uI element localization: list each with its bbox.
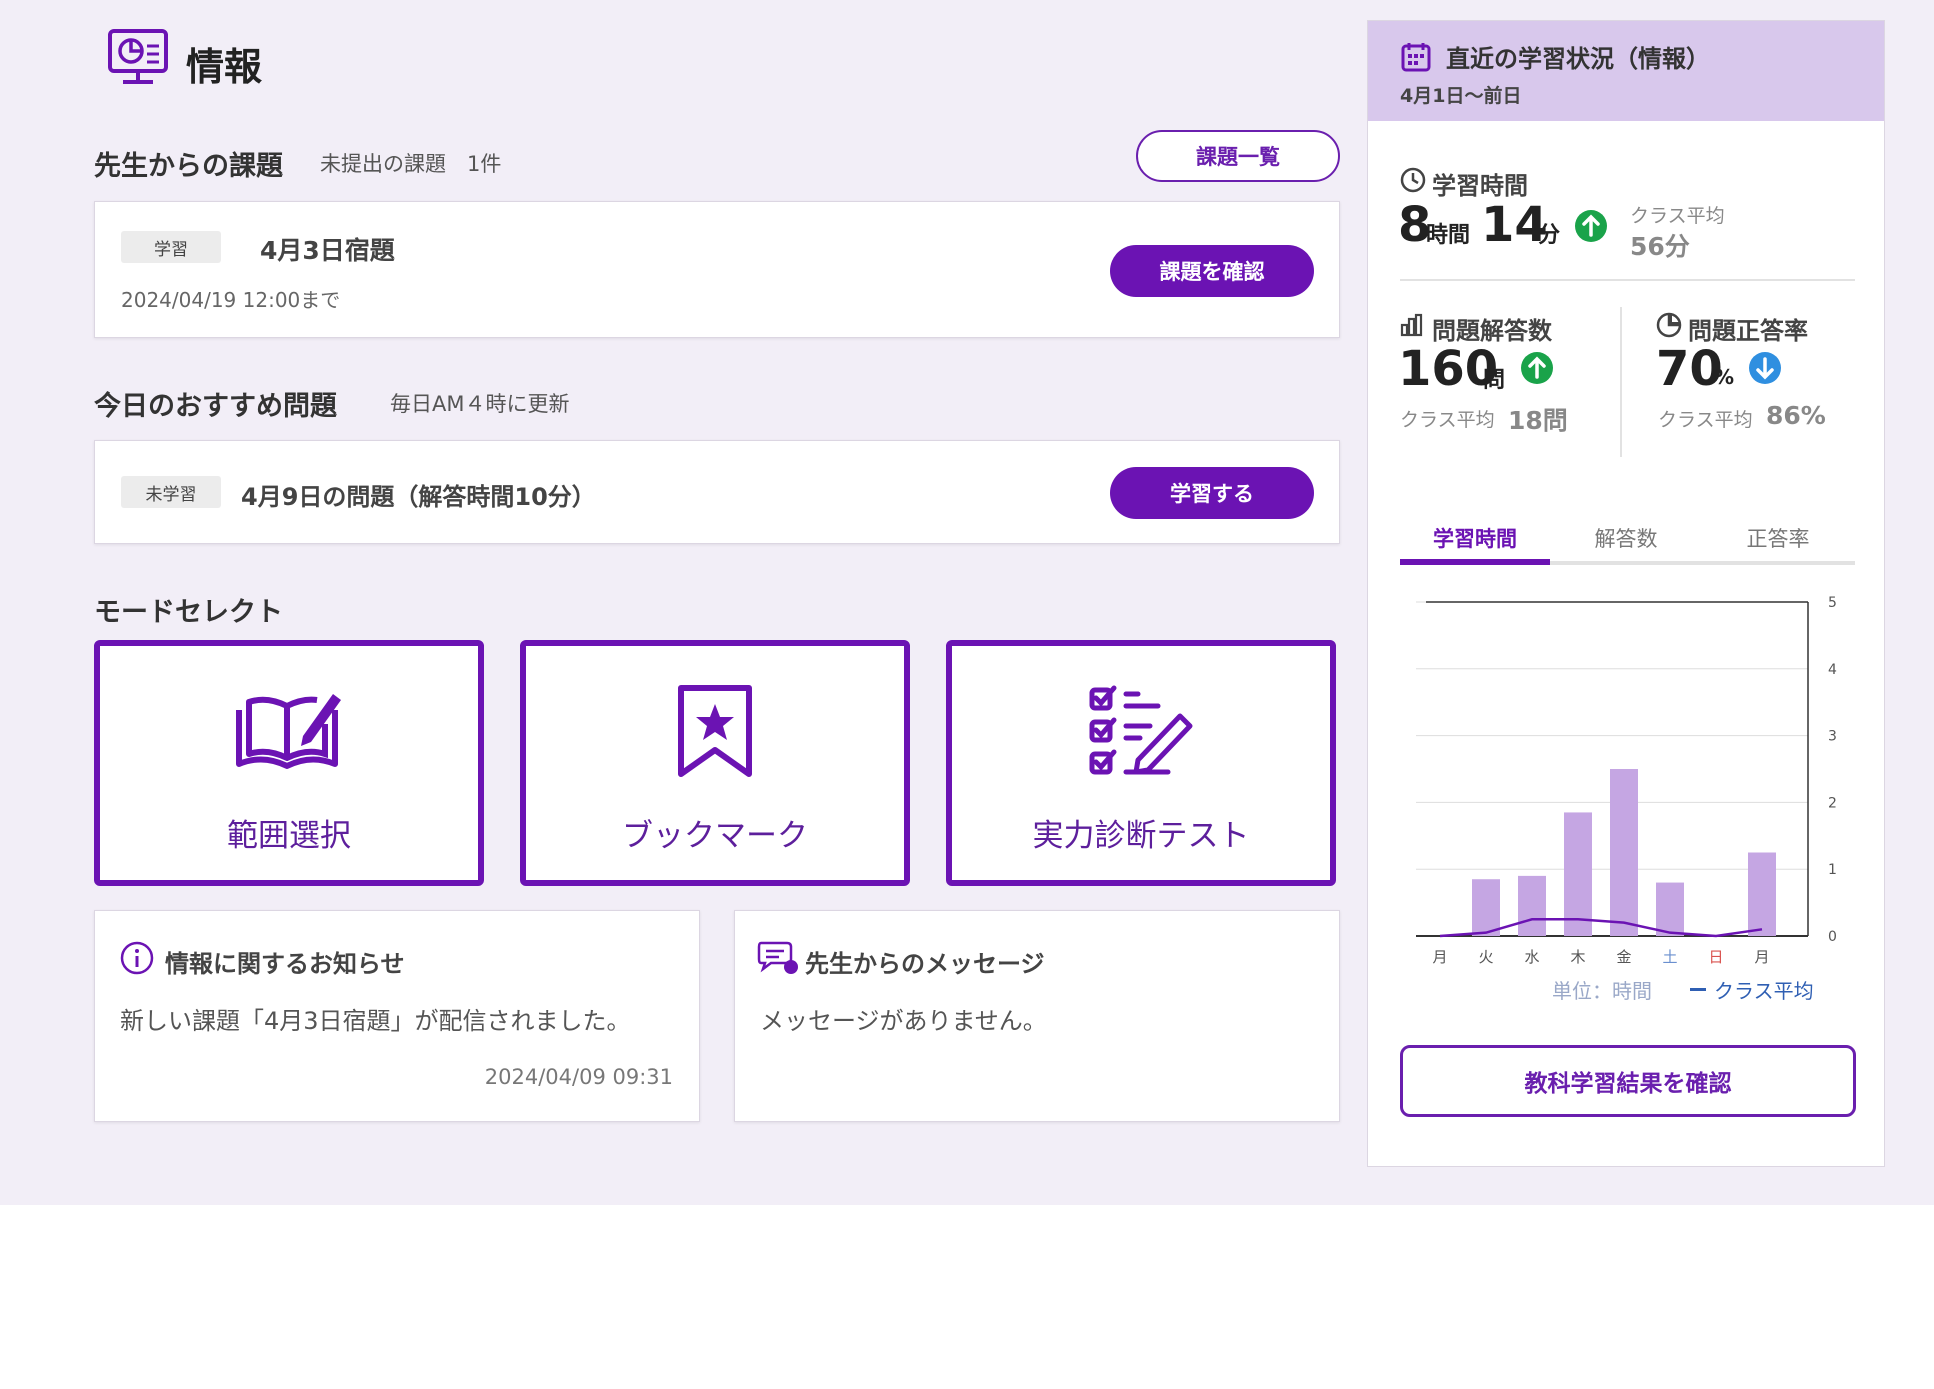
y-tick-label: 3 (1828, 729, 1837, 745)
divider (1620, 307, 1622, 457)
recommend-card[interactable]: 未学習 4月9日の問題（解答時間10分） 学習する (94, 440, 1340, 544)
recommend-title: 今日のおすすめ問題 (94, 391, 337, 422)
recommend-name: 4月9日の問題（解答時間10分） (241, 483, 596, 511)
chart-bar (1610, 769, 1638, 936)
accuracy-value: 70 (1656, 341, 1723, 397)
assignments-title: 先生からの課題 (94, 151, 283, 182)
trend-up-icon (1521, 352, 1553, 384)
page-title: 情報 (186, 45, 263, 89)
y-tick-label: 0 (1828, 929, 1837, 945)
info-icon (120, 941, 154, 975)
chart-bar (1656, 882, 1684, 936)
x-tick-label: 金 (1616, 948, 1631, 966)
study-hours-unit: 時間 (1426, 223, 1471, 248)
assignment-deadline: 2024/04/19 12:00まで (121, 288, 341, 312)
mode-diagnostic-label: 実力診断テスト (1032, 818, 1250, 854)
mode-select-title: モードセレクト (94, 597, 283, 628)
answers-avg-label: クラス平均 (1400, 409, 1495, 431)
study-minutes-unit: 分 (1538, 223, 1561, 248)
assignment-name: 4月3日宿題 (260, 236, 395, 265)
answers-unit: 問 (1483, 368, 1506, 393)
message-title: 先生からのメッセージ (805, 950, 1045, 978)
mode-range-select[interactable]: 範囲選択 (94, 640, 484, 886)
study-time-label: 学習時間 (1432, 172, 1528, 200)
calendar-icon (1401, 43, 1431, 72)
notice-card: 情報に関するお知らせ 新しい課題「4月3日宿題」が配信されました。 2024/0… (94, 910, 700, 1122)
assignment-tag: 学習 (121, 231, 221, 263)
x-tick-label: 木 (1570, 948, 1585, 966)
accuracy-avg-value: 86% (1766, 401, 1826, 430)
bookmark-star-icon (678, 685, 752, 777)
subject-result-button[interactable]: 教科学習結果を確認 (1400, 1045, 1856, 1117)
mode-range-label: 範囲選択 (227, 818, 351, 854)
trend-up-icon (1575, 210, 1607, 242)
bar-chart-icon (1400, 313, 1423, 337)
chart-bar (1748, 852, 1776, 936)
computer-chart-icon (108, 29, 168, 84)
pie-chart-icon (1656, 312, 1682, 338)
tab-accuracy[interactable]: 正答率 (1703, 523, 1853, 553)
message-card: 先生からのメッセージ メッセージがありません。 (734, 910, 1340, 1122)
status-header: 直近の学習状況（情報） 4月1日〜前日 (1368, 21, 1884, 121)
clock-icon (1400, 167, 1426, 193)
accuracy-unit: % (1714, 365, 1735, 389)
study-time-chart: 0 1 2 3 4 5 月 火 水 木 金 土 日 月 (1416, 595, 1837, 966)
x-tick-label: 水 (1524, 948, 1539, 966)
status-period: 4月1日〜前日 (1400, 85, 1522, 107)
chart-bar (1518, 875, 1546, 936)
recommend-tag: 未学習 (121, 476, 221, 508)
assignment-card[interactable]: 学習 4月3日宿題 2024/04/19 12:00まで 課題を確認 (94, 201, 1340, 338)
study-status-panel: 直近の学習状況（情報） 4月1日〜前日 学習時間 8 時間 14 分 クラス平均… (1367, 20, 1885, 1167)
accuracy-avg-label: クラス平均 (1658, 409, 1753, 431)
chart-unit-label: 単位：時間 (1552, 979, 1652, 1003)
study-button[interactable]: 学習する (1110, 467, 1314, 519)
notice-title: 情報に関するお知らせ (165, 950, 405, 978)
mode-bookmark-label: ブックマーク (622, 818, 808, 854)
legend-line-swatch (1690, 988, 1706, 991)
y-tick-label: 4 (1828, 662, 1837, 678)
tab-answers[interactable]: 解答数 (1551, 523, 1701, 553)
answers-avg-value: 18問 (1508, 406, 1568, 435)
legend-class-average: クラス平均 (1714, 979, 1814, 1003)
divider (1400, 279, 1855, 281)
notice-text: 新しい課題「4月3日宿題」が配信されました。 (120, 1007, 631, 1035)
check-assignment-button[interactable]: 課題を確認 (1110, 245, 1314, 297)
chart-bar (1564, 812, 1592, 936)
mode-diagnostic-test[interactable]: 実力診断テスト (946, 640, 1336, 886)
y-tick-label: 2 (1828, 795, 1837, 811)
checklist-pencil-icon (1089, 685, 1193, 775)
tab-study-time[interactable]: 学習時間 (1400, 523, 1550, 553)
chat-bubble-icon (757, 941, 798, 974)
chart-bar (1472, 879, 1500, 936)
y-tick-label: 5 (1828, 595, 1837, 611)
x-tick-label: 日 (1708, 948, 1723, 966)
status-title: 直近の学習状況（情報） (1446, 45, 1710, 73)
x-tick-label: 火 (1478, 948, 1493, 966)
recommend-update-note: 毎日AM４時に更新 (390, 392, 570, 416)
assignment-list-button[interactable]: 課題一覧 (1136, 130, 1340, 182)
trend-down-icon (1749, 352, 1781, 384)
message-text: メッセージがありません。 (760, 1007, 1047, 1035)
x-tick-label: 月 (1754, 948, 1769, 966)
study-avg-label: クラス平均 (1630, 205, 1725, 227)
study-avg-value: 56分 (1630, 232, 1690, 261)
y-tick-label: 1 (1828, 862, 1837, 878)
mode-bookmark[interactable]: ブックマーク (520, 640, 910, 886)
x-tick-label: 土 (1662, 948, 1677, 966)
pending-count: 未提出の課題 1件 (320, 152, 502, 176)
active-tab-indicator (1400, 559, 1550, 565)
x-tick-label: 月 (1432, 948, 1447, 966)
notice-date: 2024/04/09 09:31 (484, 1065, 673, 1089)
open-book-pencil-icon (236, 694, 341, 769)
